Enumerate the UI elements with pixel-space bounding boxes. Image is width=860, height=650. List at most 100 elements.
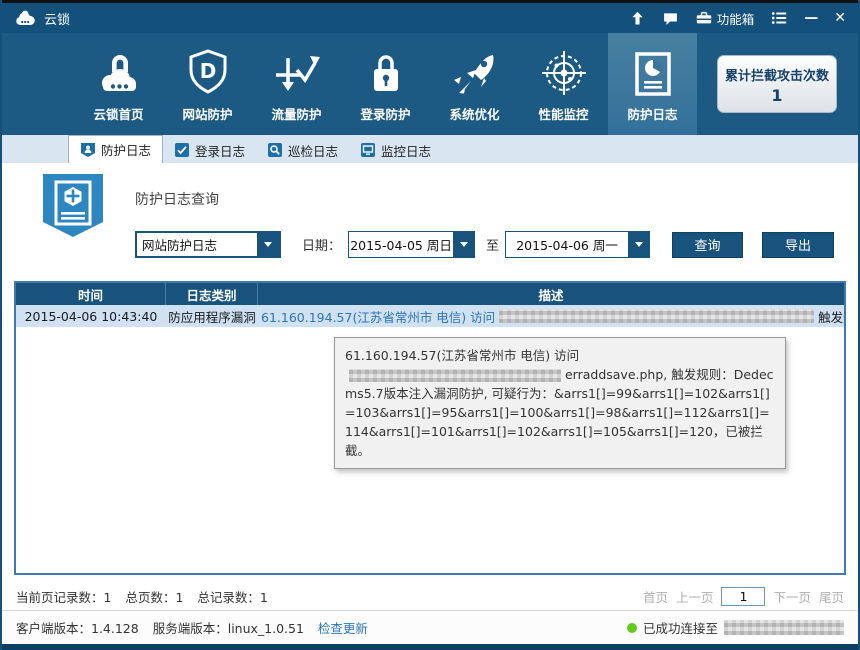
column-header-description[interactable]: 描述 (258, 283, 844, 305)
to-label: 至 (486, 235, 499, 254)
menu-list-icon[interactable] (770, 9, 788, 27)
minimize-button[interactable]: — (804, 11, 818, 25)
export-button[interactable]: 导出 (762, 232, 834, 258)
log-chart-icon (633, 47, 673, 97)
log-tabstrip: 防护日志 登录日志 巡检日志 监控日志 (2, 135, 858, 163)
cell-category: 防应用程序漏洞 (166, 307, 258, 326)
titlebar: 云锁 功能箱 — ✕ (2, 3, 858, 33)
protection-log-panel: 防护日志查询 网站防护日志 日期： 2015-04-05 周日 至 2015-0… (2, 163, 858, 582)
filter-row: 网站防护日志 日期： 2015-04-05 周日 至 2015-04-06 周一… (135, 231, 834, 258)
tab-label: 监控日志 (381, 141, 431, 160)
nav-item-login-protection[interactable]: 登录防护 (341, 33, 430, 135)
status-row: 当前页记录数：1 总页数：1 总记录数：1 首页 上一页 下一页 尾页 (2, 582, 858, 611)
connection-status: 已成功连接至 (627, 618, 844, 637)
description-rule-text: 触发规则：Dedec (818, 307, 844, 326)
nav-label: 云锁首页 (93, 104, 143, 123)
tab-label: 登录日志 (195, 141, 245, 160)
nav-item-home[interactable]: 云锁首页 (74, 33, 163, 135)
client-version: 客户端版本：1.4.128 (16, 618, 139, 637)
nav-label: 流量防护 (271, 104, 321, 123)
nav-label: 性能监控 (538, 104, 588, 123)
table-header-row: 时间 日志类别 描述 (16, 283, 844, 305)
column-header-category[interactable]: 日志类别 (166, 283, 258, 305)
date-from-picker[interactable]: 2015-04-05 周日 (348, 231, 475, 258)
redacted-url (349, 369, 561, 382)
chevron-down-icon[interactable] (257, 233, 279, 256)
chevron-down-icon[interactable] (628, 232, 649, 257)
cell-time: 2015-04-06 10:43:40 (16, 309, 166, 324)
date-to-picker[interactable]: 2015-04-06 周一 (505, 231, 650, 258)
query-section: 防护日志查询 网站防护日志 日期： 2015-04-05 周日 至 2015-0… (2, 163, 858, 281)
search-button[interactable]: 查询 (672, 232, 743, 258)
nav-label: 系统优化 (449, 104, 499, 123)
page-number-input[interactable] (721, 587, 765, 606)
tab-shield-person-icon (80, 142, 96, 158)
log-type-select[interactable]: 网站防护日志 (135, 231, 281, 258)
tab-label: 防护日志 (101, 140, 151, 159)
attack-counter-label: 累计拦截攻击次数 (724, 65, 830, 84)
prev-page-button[interactable]: 上一页 (676, 587, 714, 606)
close-button[interactable]: ✕ (834, 11, 846, 25)
upgrade-icon[interactable] (629, 10, 646, 27)
nav-item-protection-log[interactable]: 防护日志 (608, 33, 697, 135)
padlock-icon (368, 47, 404, 97)
radar-icon (540, 47, 588, 97)
tab-check-icon (174, 142, 190, 158)
status-green-dot (627, 623, 637, 633)
total-pages: 总页数：1 (125, 587, 183, 606)
total-records: 总记录数：1 (197, 587, 267, 606)
main-nav: 云锁首页 D 网站防护 流量防护 登录防护 系统优化 (2, 33, 858, 135)
table-row[interactable]: 2015-04-06 10:43:40 防应用程序漏洞 61.160.194.5… (16, 305, 844, 327)
app-lock-icon (14, 7, 36, 29)
shield-d-glyph: D (199, 59, 216, 83)
log-query-banner-icon (40, 171, 106, 245)
last-page-button[interactable]: 尾页 (819, 587, 844, 606)
nav-label: 登录防护 (360, 104, 410, 123)
window-bottom-edge (2, 644, 858, 650)
pagination: 首页 上一页 下一页 尾页 (643, 587, 844, 606)
description-ip-text[interactable]: 61.160.194.57(江苏省常州市 电信) 访问 (261, 307, 495, 326)
tab-inspection-log[interactable]: 巡检日志 (256, 137, 349, 163)
log-type-value: 网站防护日志 (137, 235, 257, 254)
nav-item-website-protection[interactable]: D 网站防护 (163, 33, 252, 135)
traffic-arrows-icon (273, 47, 321, 97)
tab-monitor-icon (360, 142, 376, 158)
yunsuo-window: 云锁 功能箱 — ✕ 云锁首 (0, 0, 860, 650)
date-label: 日期： (302, 235, 341, 254)
nav-item-system-optimize[interactable]: 系统优化 (430, 33, 519, 135)
titlebar-actions: 功能箱 — ✕ (629, 9, 846, 28)
nav-item-performance-monitor[interactable]: 性能监控 (519, 33, 608, 135)
tab-login-log[interactable]: 登录日志 (163, 137, 256, 163)
connection-status-text: 已成功连接至 (643, 618, 718, 637)
cloud-lock-icon (95, 47, 143, 97)
toolbox-icon (695, 9, 713, 27)
tab-magnifier-icon (267, 142, 283, 158)
message-icon[interactable] (662, 10, 679, 27)
current-page-records: 当前页记录数：1 (16, 587, 111, 606)
cell-description: 61.160.194.57(江苏省常州市 电信) 访问 触发规则：Dedec (258, 307, 844, 326)
shield-d-icon: D (186, 47, 230, 97)
tab-label: 巡检日志 (288, 141, 338, 160)
column-header-time[interactable]: 时间 (16, 283, 166, 305)
date-from-value: 2015-04-05 周日 (349, 235, 453, 254)
rocket-icon (451, 47, 499, 97)
attack-counter-value: 1 (724, 86, 830, 105)
toolbox-label: 功能箱 (717, 9, 755, 28)
chevron-down-icon[interactable] (453, 232, 474, 257)
check-update-link[interactable]: 检查更新 (318, 618, 368, 637)
nav-label: 网站防护 (182, 104, 232, 123)
query-title: 防护日志查询 (135, 189, 219, 209)
toolbox-button[interactable]: 功能箱 (695, 9, 755, 28)
window-title: 云锁 (44, 9, 70, 28)
nav-label: 防护日志 (627, 104, 677, 123)
date-to-value: 2015-04-06 周一 (506, 235, 628, 254)
next-page-button[interactable]: 下一页 (773, 587, 811, 606)
tab-monitor-log[interactable]: 监控日志 (349, 137, 442, 163)
tab-protection-log[interactable]: 防护日志 (68, 135, 163, 163)
log-detail-tooltip: 61.160.194.57(江苏省常州市 电信) 访问 erraddsave.p… (334, 337, 786, 469)
attack-counter-card[interactable]: 累计拦截攻击次数 1 (717, 55, 837, 113)
nav-item-traffic-protection[interactable]: 流量防护 (252, 33, 341, 135)
tooltip-ip-text: 61.160.194.57(江苏省常州市 电信) 访问 (345, 348, 579, 363)
server-version: 服务端版本：linux_1.0.51 (153, 618, 304, 637)
first-page-button[interactable]: 首页 (643, 587, 668, 606)
